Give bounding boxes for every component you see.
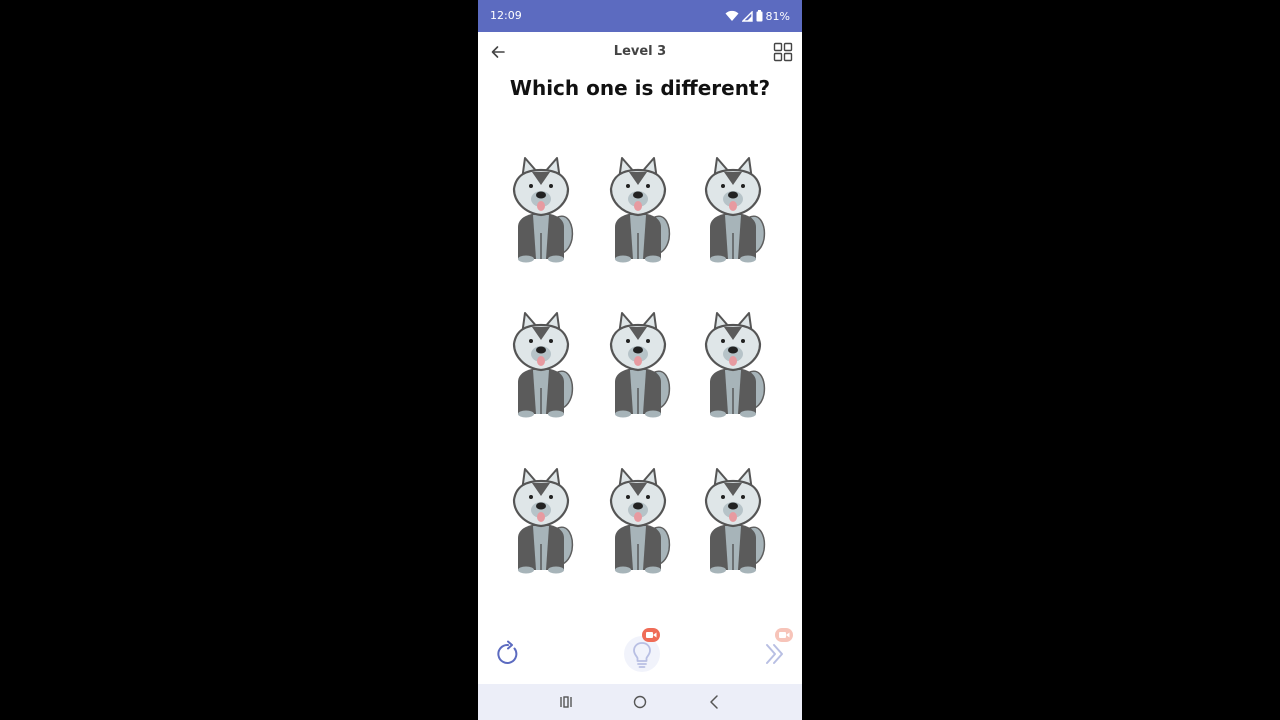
home-circle-icon — [633, 695, 647, 709]
bottom-controls — [478, 620, 802, 684]
husky-dog-icon — [512, 156, 574, 264]
husky-dog-icon — [609, 156, 671, 264]
grid-cell-5[interactable] — [605, 310, 675, 420]
system-back-button[interactable] — [704, 692, 724, 712]
video-camera-icon — [646, 632, 657, 638]
skip-ad-badge — [775, 628, 793, 642]
husky-dog-icon — [704, 156, 766, 264]
grid-cell-8[interactable] — [605, 466, 675, 576]
grid-cell-9[interactable] — [700, 466, 770, 576]
grid-cell-4[interactable] — [508, 310, 578, 420]
husky-dog-icon — [609, 467, 671, 575]
restart-button[interactable] — [494, 640, 522, 668]
restart-icon — [497, 640, 518, 664]
home-button[interactable] — [630, 692, 650, 712]
hint-ad-badge — [642, 628, 660, 642]
recent-apps-button[interactable] — [556, 692, 576, 712]
skip-level-button[interactable] — [762, 640, 790, 668]
grid-cell-7[interactable] — [508, 466, 578, 576]
grid-cell-3[interactable] — [700, 155, 770, 265]
phone-screen: 12:09 81% Level 3 Which one is different… — [478, 0, 802, 720]
recent-apps-icon — [560, 696, 572, 708]
video-camera-icon — [779, 632, 790, 638]
double-chevron-right-icon — [766, 644, 783, 664]
grid-cell-2[interactable] — [605, 155, 675, 265]
system-nav-bar — [478, 684, 802, 720]
husky-dog-icon — [609, 311, 671, 419]
husky-dog-icon — [704, 467, 766, 575]
grid-cell-6[interactable] — [700, 310, 770, 420]
husky-dog-icon — [512, 311, 574, 419]
chevron-left-icon — [710, 695, 718, 709]
husky-dog-icon — [512, 467, 574, 575]
grid-cell-1[interactable] — [508, 155, 578, 265]
husky-dog-icon — [704, 311, 766, 419]
puzzle-grid — [478, 0, 802, 620]
